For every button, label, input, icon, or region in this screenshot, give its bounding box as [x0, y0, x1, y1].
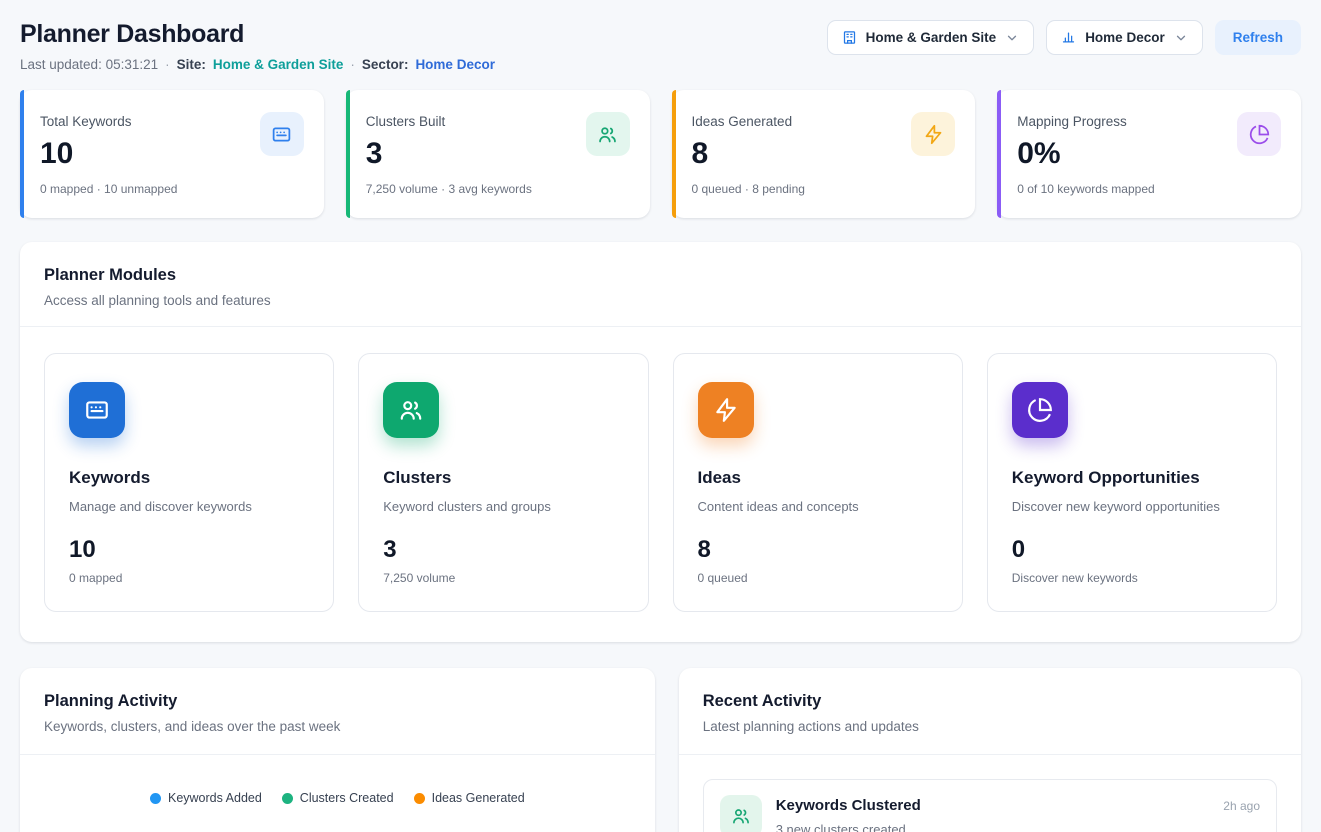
module-card-ideas[interactable]: Ideas Content ideas and concepts 8 0 que… — [673, 353, 963, 612]
sector-label: Sector: — [362, 57, 409, 72]
activity-text: Keywords Clustered 3 new clusters create… — [776, 795, 1210, 832]
users-icon — [383, 382, 439, 438]
meta-row: Last updated: 05:31:21 · Site: Home & Ga… — [20, 57, 495, 72]
modules-grid: Keywords Manage and discover keywords 10… — [20, 327, 1301, 642]
legend-dot-green — [282, 793, 293, 804]
activity-list-item: Keywords Clustered 3 new clusters create… — [703, 779, 1277, 832]
activity-chart: Keywords Added Clusters Created Ideas Ge… — [20, 755, 655, 832]
chart-legend: Keywords Added Clusters Created Ideas Ge… — [44, 791, 631, 805]
module-value: 8 — [698, 536, 938, 564]
recent-activity-card: Recent Activity Latest planning actions … — [679, 668, 1301, 832]
pie-chart-icon — [1237, 112, 1281, 156]
users-icon — [720, 795, 762, 832]
pie-chart-icon — [1012, 382, 1068, 438]
section-title: Planner Modules — [44, 266, 1277, 285]
keyboard-icon — [260, 112, 304, 156]
keyboard-icon — [69, 382, 125, 438]
lightning-bolt-icon — [911, 112, 955, 156]
section-subtitle: Keywords, clusters, and ideas over the p… — [44, 719, 631, 734]
legend-dot-orange — [414, 793, 425, 804]
section-subtitle: Latest planning actions and updates — [703, 719, 1277, 734]
module-card-keywords[interactable]: Keywords Manage and discover keywords 10… — [44, 353, 334, 612]
planning-activity-card: Planning Activity Keywords, clusters, an… — [20, 668, 655, 832]
planner-dashboard-page: Planner Dashboard Last updated: 05:31:21… — [0, 0, 1321, 832]
stat-card-ideas-generated: Ideas Generated 8 0 queued · 8 pending — [672, 90, 976, 218]
stat-caption: 7,250 volume · 3 avg keywords — [366, 182, 630, 196]
site-link[interactable]: Home & Garden Site — [213, 57, 344, 72]
section-title: Planning Activity — [44, 692, 631, 711]
module-description: Manage and discover keywords — [69, 499, 309, 514]
module-card-clusters[interactable]: Clusters Keyword clusters and groups 3 7… — [358, 353, 648, 612]
module-caption: 0 mapped — [69, 571, 309, 585]
site-selector-value: Home & Garden Site — [866, 30, 997, 45]
module-caption: Discover new keywords — [1012, 571, 1252, 585]
refresh-button[interactable]: Refresh — [1215, 20, 1301, 55]
stat-caption: 0 of 10 keywords mapped — [1017, 182, 1281, 196]
legend-item-clusters-created[interactable]: Clusters Created — [282, 791, 394, 805]
planning-activity-header: Planning Activity Keywords, clusters, an… — [20, 668, 655, 755]
legend-dot-blue — [150, 793, 161, 804]
activity-description: 3 new clusters created — [776, 822, 1210, 832]
sector-link[interactable]: Home Decor — [415, 57, 495, 72]
users-icon — [586, 112, 630, 156]
bottom-row: Planning Activity Keywords, clusters, an… — [20, 668, 1301, 832]
module-value: 3 — [383, 536, 623, 564]
chevron-down-icon — [1005, 31, 1019, 45]
legend-item-ideas-generated[interactable]: Ideas Generated — [414, 791, 525, 805]
legend-label: Clusters Created — [300, 791, 394, 805]
module-value: 0 — [1012, 536, 1252, 564]
stat-card-mapping-progress: Mapping Progress 0% 0 of 10 keywords map… — [997, 90, 1301, 218]
header-left: Planner Dashboard Last updated: 05:31:21… — [20, 20, 495, 72]
planner-modules-header: Planner Modules Access all planning tool… — [20, 242, 1301, 327]
site-label: Site: — [177, 57, 206, 72]
recent-activity-header: Recent Activity Latest planning actions … — [679, 668, 1301, 755]
sector-selector-dropdown[interactable]: Home Decor — [1046, 20, 1203, 55]
planner-modules-panel: Planner Modules Access all planning tool… — [20, 242, 1301, 642]
module-description: Discover new keyword opportunities — [1012, 499, 1252, 514]
dot-separator: · — [350, 57, 355, 72]
module-title: Keywords — [69, 468, 309, 488]
stats-row: Total Keywords 10 0 mapped · 10 unmapped… — [20, 90, 1301, 218]
legend-label: Keywords Added — [168, 791, 262, 805]
legend-item-keywords-added[interactable]: Keywords Added — [150, 791, 262, 805]
dot-separator: · — [165, 57, 170, 72]
stat-caption: 0 mapped · 10 unmapped — [40, 182, 304, 196]
lightning-bolt-icon — [698, 382, 754, 438]
module-description: Content ideas and concepts — [698, 499, 938, 514]
building-icon — [842, 30, 857, 45]
activity-timestamp: 2h ago — [1223, 795, 1260, 813]
header-controls: Home & Garden Site Home Decor Refresh — [827, 20, 1301, 55]
area-chart-svg — [84, 827, 644, 832]
module-description: Keyword clusters and groups — [383, 499, 623, 514]
chart-plot-area: 25 25 24 — [44, 827, 631, 832]
sector-selector-value: Home Decor — [1085, 30, 1165, 45]
module-title: Clusters — [383, 468, 623, 488]
activity-title: Keywords Clustered — [776, 795, 1210, 814]
activity-list: Keywords Clustered 3 new clusters create… — [679, 755, 1301, 832]
stat-card-total-keywords: Total Keywords 10 0 mapped · 10 unmapped — [20, 90, 324, 218]
last-updated-text: Last updated: 05:31:21 — [20, 57, 158, 72]
bar-chart-icon — [1061, 30, 1076, 45]
module-title: Ideas — [698, 468, 938, 488]
stat-card-clusters-built: Clusters Built 3 7,250 volume · 3 avg ke… — [346, 90, 650, 218]
module-caption: 0 queued — [698, 571, 938, 585]
module-value: 10 — [69, 536, 309, 564]
chevron-down-icon — [1174, 31, 1188, 45]
module-card-keyword-opportunities[interactable]: Keyword Opportunities Discover new keywo… — [987, 353, 1277, 612]
site-selector-dropdown[interactable]: Home & Garden Site — [827, 20, 1035, 55]
page-header: Planner Dashboard Last updated: 05:31:21… — [20, 20, 1301, 72]
page-title: Planner Dashboard — [20, 20, 495, 49]
stat-caption: 0 queued · 8 pending — [692, 182, 956, 196]
legend-label: Ideas Generated — [432, 791, 525, 805]
section-subtitle: Access all planning tools and features — [44, 293, 1277, 308]
module-title: Keyword Opportunities — [1012, 468, 1252, 488]
module-caption: 7,250 volume — [383, 571, 623, 585]
section-title: Recent Activity — [703, 692, 1277, 711]
